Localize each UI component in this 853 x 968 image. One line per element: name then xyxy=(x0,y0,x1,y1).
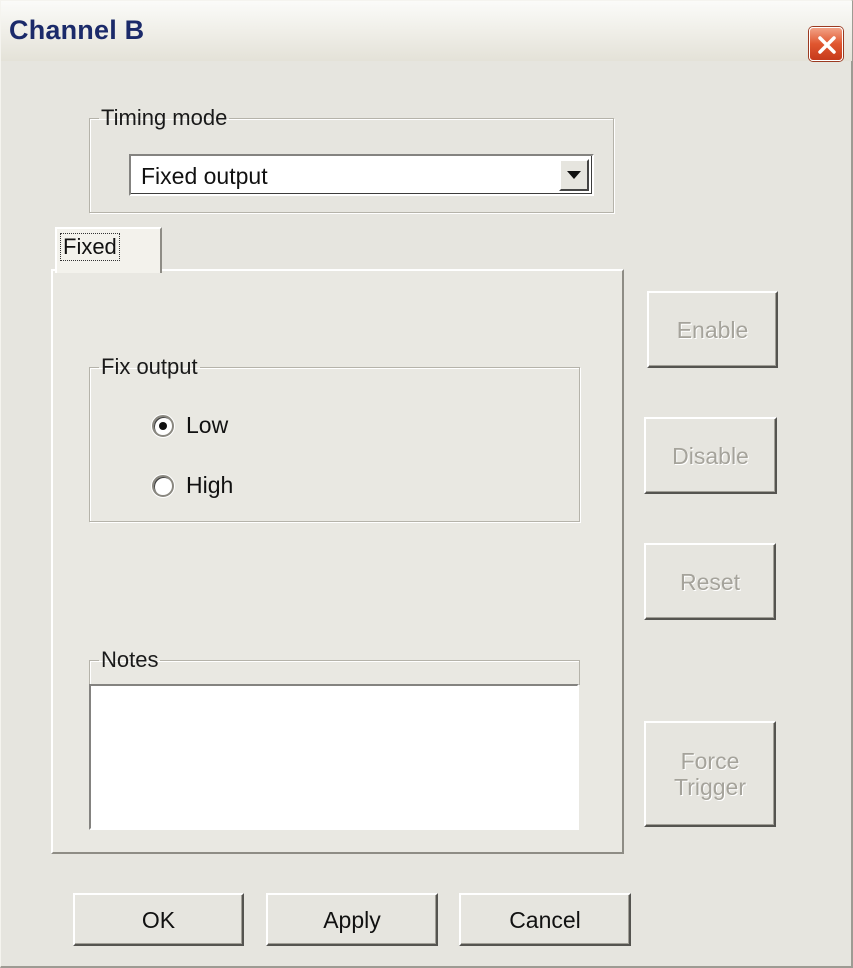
channel-b-dialog: Channel B Timing mode Fixed output Fixed… xyxy=(0,0,853,968)
timing-mode-select[interactable]: Fixed output xyxy=(129,154,594,196)
close-x-icon xyxy=(818,36,836,54)
radio-low-label: Low xyxy=(186,412,229,438)
ok-button[interactable]: OK xyxy=(73,893,244,946)
tab-fixed-label: Fixed xyxy=(60,233,120,261)
radio-low-button[interactable] xyxy=(152,414,174,437)
apply-button[interactable]: Apply xyxy=(266,893,438,946)
force-trigger-label-line1: Force xyxy=(680,748,740,774)
force-trigger-label-line2: Trigger xyxy=(674,774,746,800)
radio-high-label: High xyxy=(186,472,234,498)
radio-low[interactable]: Low xyxy=(152,412,228,439)
force-trigger-button[interactable]: Force Trigger xyxy=(644,721,776,827)
radio-high-button[interactable] xyxy=(152,474,174,497)
timing-mode-legend: Timing mode xyxy=(101,105,228,130)
tab-fixed[interactable]: Fixed xyxy=(55,227,162,273)
title-bar[interactable]: Channel B xyxy=(1,1,852,61)
enable-button[interactable]: Enable xyxy=(647,291,778,368)
close-button[interactable] xyxy=(809,27,843,61)
triangle-down-icon xyxy=(567,171,581,179)
disable-button[interactable]: Disable xyxy=(644,417,777,494)
fix-output-legend: Fix output xyxy=(101,354,198,379)
timing-mode-dropdown-button[interactable] xyxy=(559,159,589,191)
notes-textarea[interactable] xyxy=(89,684,579,830)
timing-mode-value: Fixed output xyxy=(141,163,268,189)
notes-legend: Notes xyxy=(101,647,159,672)
window-title: Channel B xyxy=(9,15,145,45)
cancel-button[interactable]: Cancel xyxy=(459,893,631,946)
radio-high[interactable]: High xyxy=(152,472,233,499)
notes-group: Notes xyxy=(89,649,580,685)
reset-button[interactable]: Reset xyxy=(644,543,776,620)
